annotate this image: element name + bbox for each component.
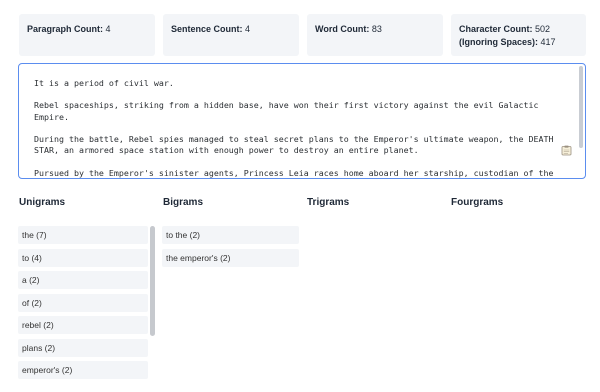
editor-paragraph-4: Pursued by the Emperor's sinister agents… bbox=[34, 167, 554, 178]
bigram-item: to the (2) bbox=[162, 226, 299, 244]
character-count-card: Character Count: 502 (Ignoring Spaces): … bbox=[451, 14, 586, 56]
unigram-item: of (2) bbox=[18, 293, 148, 312]
bigrams-list: to the (2) the emperor's (2) bbox=[162, 226, 299, 271]
fourgrams-heading: Fourgrams bbox=[451, 197, 504, 208]
bigrams-heading: Bigrams bbox=[163, 197, 204, 208]
unigram-item: emperor's (2) bbox=[18, 361, 148, 379]
character-count-value: 502 bbox=[535, 24, 551, 34]
clipboard-icon-graphic bbox=[561, 145, 571, 155]
unigram-item: rebel (2) bbox=[18, 316, 148, 334]
unigrams-heading: Unigrams bbox=[19, 197, 66, 208]
editor-paragraph-2: Rebel spaceships, striking from a hidden… bbox=[34, 100, 539, 122]
unigram-item: plans (2) bbox=[18, 338, 148, 357]
ignoring-spaces-label: (Ignoring Spaces): bbox=[459, 37, 539, 47]
word-count-card: Word Count: 83 bbox=[307, 14, 443, 56]
unigram-item: a (2) bbox=[18, 271, 148, 289]
word-count-value: 83 bbox=[371, 24, 382, 34]
editor-paragraph-1: It is a period of civil war. bbox=[34, 78, 174, 88]
sentence-count-value: 4 bbox=[245, 24, 251, 34]
paragraph-count-label: Paragraph Count: bbox=[27, 24, 104, 34]
unigrams-scrollbar[interactable] bbox=[150, 226, 155, 336]
ignoring-spaces-value: 417 bbox=[540, 37, 556, 47]
bigram-item: the emperor's (2) bbox=[162, 248, 299, 267]
trigrams-heading: Trigrams bbox=[307, 197, 350, 208]
editor-scrollbar[interactable] bbox=[579, 66, 583, 148]
paragraph-count-value: 4 bbox=[105, 24, 111, 34]
editor-paragraph-3: During the battle, Rebel spies managed t… bbox=[34, 133, 554, 156]
editor-content[interactable]: It is a period of civil war. Rebel space… bbox=[19, 64, 585, 178]
text-input-area[interactable]: It is a period of civil war. Rebel space… bbox=[18, 63, 586, 179]
character-count-label: Character Count: bbox=[459, 24, 533, 34]
paragraph-count-card: Paragraph Count: 4 bbox=[19, 14, 155, 56]
word-count-label: Word Count: bbox=[315, 24, 370, 34]
unigram-item: to (4) bbox=[18, 248, 148, 267]
clipboard-icon[interactable] bbox=[559, 143, 573, 157]
sentence-count-label: Sentence Count: bbox=[171, 24, 243, 34]
unigram-item: the (7) bbox=[18, 226, 148, 244]
sentence-count-card: Sentence Count: 4 bbox=[163, 14, 299, 56]
unigrams-list[interactable]: the (7) to (4) a (2) of (2) rebel (2) pl… bbox=[18, 226, 148, 392]
